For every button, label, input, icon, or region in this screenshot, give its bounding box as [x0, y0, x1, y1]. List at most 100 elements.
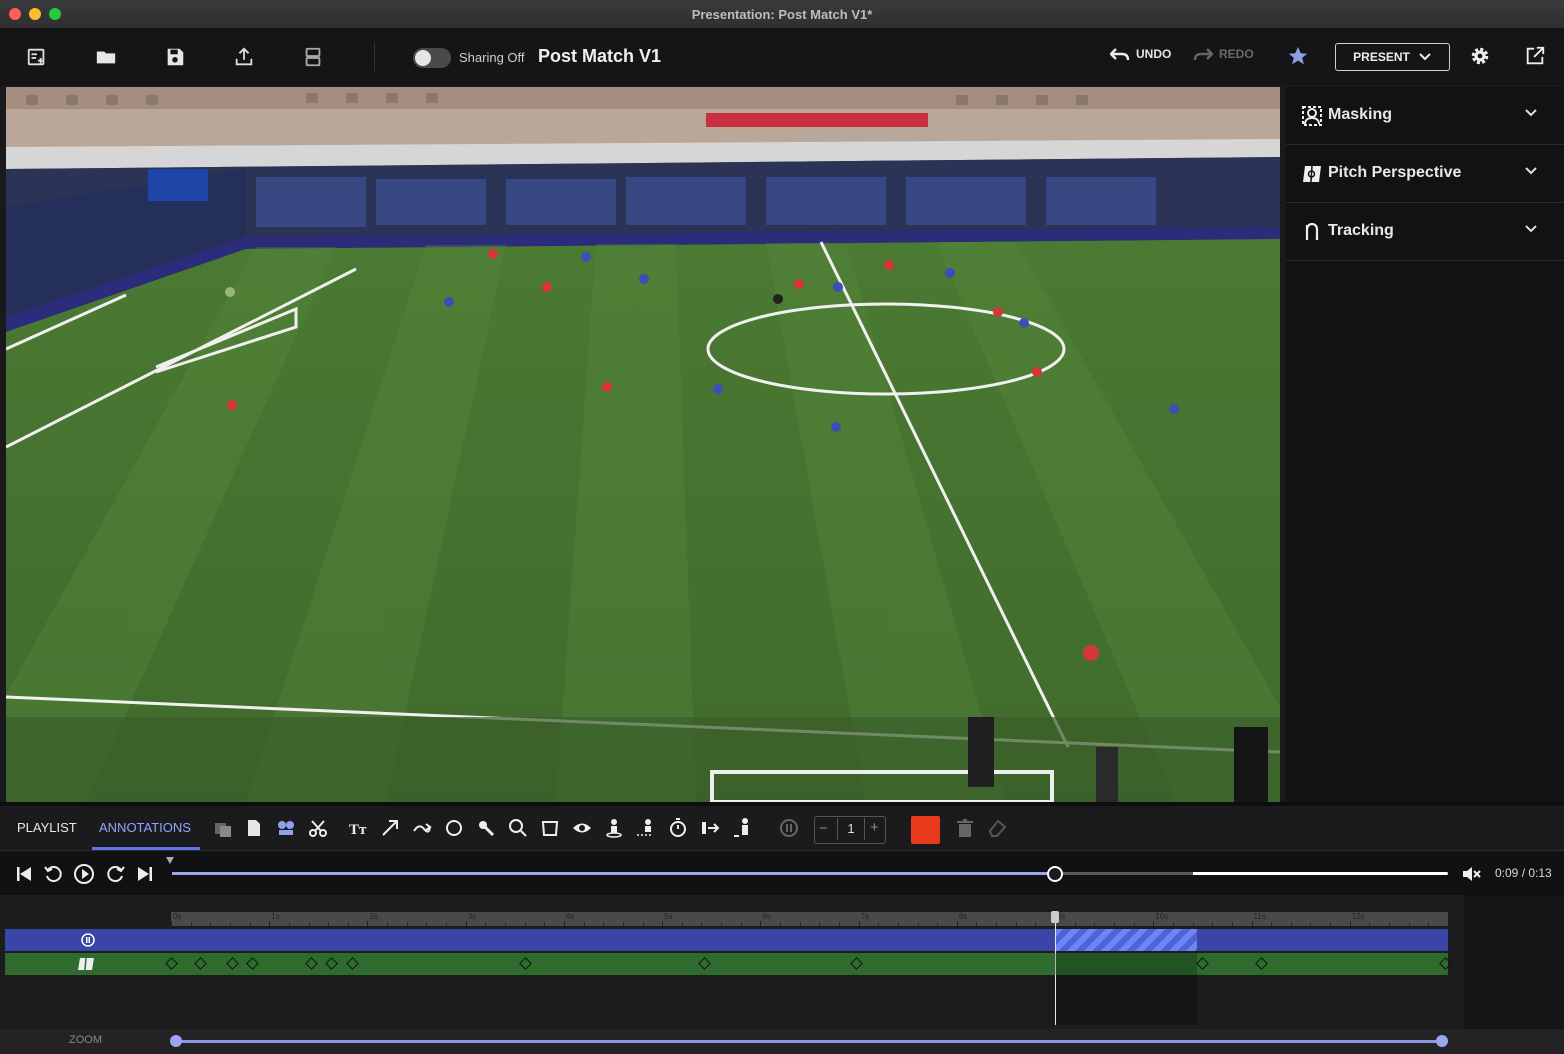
ruler-minor-tick	[642, 923, 644, 926]
ruler-minor-tick	[210, 923, 212, 926]
delete-button[interactable]	[954, 817, 976, 839]
group-button[interactable]	[275, 817, 297, 839]
annotation-color-swatch[interactable]	[911, 816, 940, 844]
ruler-tick	[465, 921, 467, 926]
ruler-minor-tick	[1172, 923, 1174, 926]
polygon-tool[interactable]	[539, 817, 561, 839]
magnifier-tool[interactable]	[507, 817, 529, 839]
text-icon: Tт	[349, 822, 367, 838]
line-width-stepper[interactable]: − 1 +	[814, 816, 886, 844]
zoom-track[interactable]	[176, 1040, 1442, 1043]
tab-annotations[interactable]: ANNOTATIONS	[99, 820, 191, 835]
new-presentation-button[interactable]	[23, 43, 51, 71]
masking-section[interactable]: Masking	[1286, 87, 1564, 145]
ruler-minor-tick	[1212, 923, 1214, 926]
popout-button[interactable]	[1524, 45, 1546, 72]
sharing-toggle[interactable]	[413, 48, 451, 68]
export-button[interactable]	[230, 43, 258, 71]
ruler-minor-tick	[740, 923, 742, 926]
masking-track-header[interactable]	[5, 929, 171, 951]
ruler-tick	[662, 921, 664, 926]
rewind-button[interactable]	[43, 863, 65, 885]
ruler-minor-tick	[878, 923, 880, 926]
player-marker-tool[interactable]	[603, 817, 625, 839]
ruler-minor-tick	[1369, 923, 1371, 926]
in-point-marker[interactable]	[166, 857, 174, 864]
stepper-increment[interactable]: +	[870, 819, 879, 836]
ruler-minor-tick	[446, 923, 448, 926]
presentation-title[interactable]: Post Match V1	[538, 46, 661, 67]
arrow-tool[interactable]	[379, 817, 401, 839]
ruler-tick-label: 7s	[860, 912, 870, 921]
timer-tool[interactable]	[667, 817, 689, 839]
settings-button[interactable]	[1469, 45, 1491, 72]
skip-to-start-button[interactable]	[13, 863, 35, 885]
zoom-end-handle[interactable]	[1436, 1035, 1448, 1047]
pause-circle-icon	[81, 933, 95, 947]
ruler-minor-tick	[1428, 923, 1430, 926]
circle-tool[interactable]	[443, 817, 465, 839]
redo-button[interactable]: REDO	[1193, 47, 1254, 61]
ruler-minor-tick	[229, 923, 231, 926]
curved-arrow-tool[interactable]	[411, 817, 433, 839]
distance-tool[interactable]	[699, 817, 721, 839]
pitch-perspective-section[interactable]: Pitch Perspective	[1286, 145, 1564, 203]
pitch-track-dim-region	[1055, 953, 1198, 975]
timeline-selected-region	[1055, 975, 1198, 1025]
player-label-tool[interactable]	[731, 817, 753, 839]
pitch-perspective-icon	[1303, 165, 1321, 183]
ruler-minor-tick	[1330, 923, 1332, 926]
undo-button[interactable]: UNDO	[1110, 47, 1171, 61]
window-titlebar: Presentation: Post Match V1*	[0, 0, 1564, 29]
layout-button[interactable]	[299, 43, 327, 71]
tracking-label: Tracking	[1328, 222, 1394, 239]
ruler-tick	[1349, 921, 1351, 926]
ruler-tick-label: 1s	[271, 912, 280, 921]
tracking-icon	[1305, 222, 1319, 240]
save-button[interactable]	[161, 43, 189, 71]
paste-annotation-button[interactable]	[243, 817, 265, 839]
pitch-track-header[interactable]	[5, 953, 171, 975]
stepper-value[interactable]: 1	[837, 818, 865, 840]
mute-button[interactable]	[1461, 864, 1481, 889]
polygon-icon	[541, 821, 559, 836]
play-icon	[74, 864, 94, 884]
present-button[interactable]: PRESENT	[1335, 43, 1450, 71]
ruler-tick-label: 8s	[958, 912, 968, 921]
ruler-minor-tick	[681, 923, 683, 926]
scissors-icon	[309, 820, 327, 837]
player-label-icon	[734, 818, 748, 837]
copy-icon	[215, 823, 231, 837]
pause-annotation-button[interactable]	[778, 817, 800, 839]
fast-forward-button[interactable]	[104, 863, 126, 885]
clear-all-button[interactable]	[986, 817, 1008, 839]
playhead-handle[interactable]	[1051, 911, 1060, 923]
player-run-tool[interactable]	[635, 817, 657, 839]
copy-annotation-button[interactable]	[212, 817, 234, 839]
scrub-handle[interactable]	[1047, 866, 1064, 882]
text-tool[interactable]: Tт	[347, 817, 369, 839]
timeline-ruler[interactable]: 0s 1s 2s 3s 4s 5s 6s 7s 8s 9s 10s 11s 12s 13	[171, 912, 1459, 926]
ruler-minor-tick	[1094, 923, 1096, 926]
favorite-button[interactable]	[1287, 45, 1309, 72]
video-viewport[interactable]	[6, 87, 1280, 802]
open-button[interactable]	[92, 43, 120, 71]
zoom-start-handle[interactable]	[170, 1035, 182, 1047]
pitch-perspective-icon	[78, 957, 94, 971]
ruler-tick	[269, 921, 271, 926]
tracking-section[interactable]: Tracking	[1286, 203, 1564, 261]
fast-forward-icon	[107, 866, 125, 883]
tab-playlist[interactable]: PLAYLIST	[17, 820, 77, 835]
stepper-decrement[interactable]: −	[819, 820, 828, 837]
ruler-minor-tick	[1035, 923, 1037, 926]
play-button[interactable]	[73, 863, 95, 885]
ruler-tick	[563, 921, 565, 926]
mask-clip[interactable]	[1055, 929, 1198, 951]
cut-button[interactable]	[307, 817, 329, 839]
undo-icon	[1110, 48, 1130, 61]
masking-track[interactable]	[171, 929, 1448, 951]
player-highlight-tool[interactable]	[475, 817, 497, 839]
ruler-tick-label: 10s	[1155, 912, 1169, 921]
skip-to-end-button[interactable]	[134, 863, 156, 885]
spotlight-tool[interactable]	[571, 817, 593, 839]
